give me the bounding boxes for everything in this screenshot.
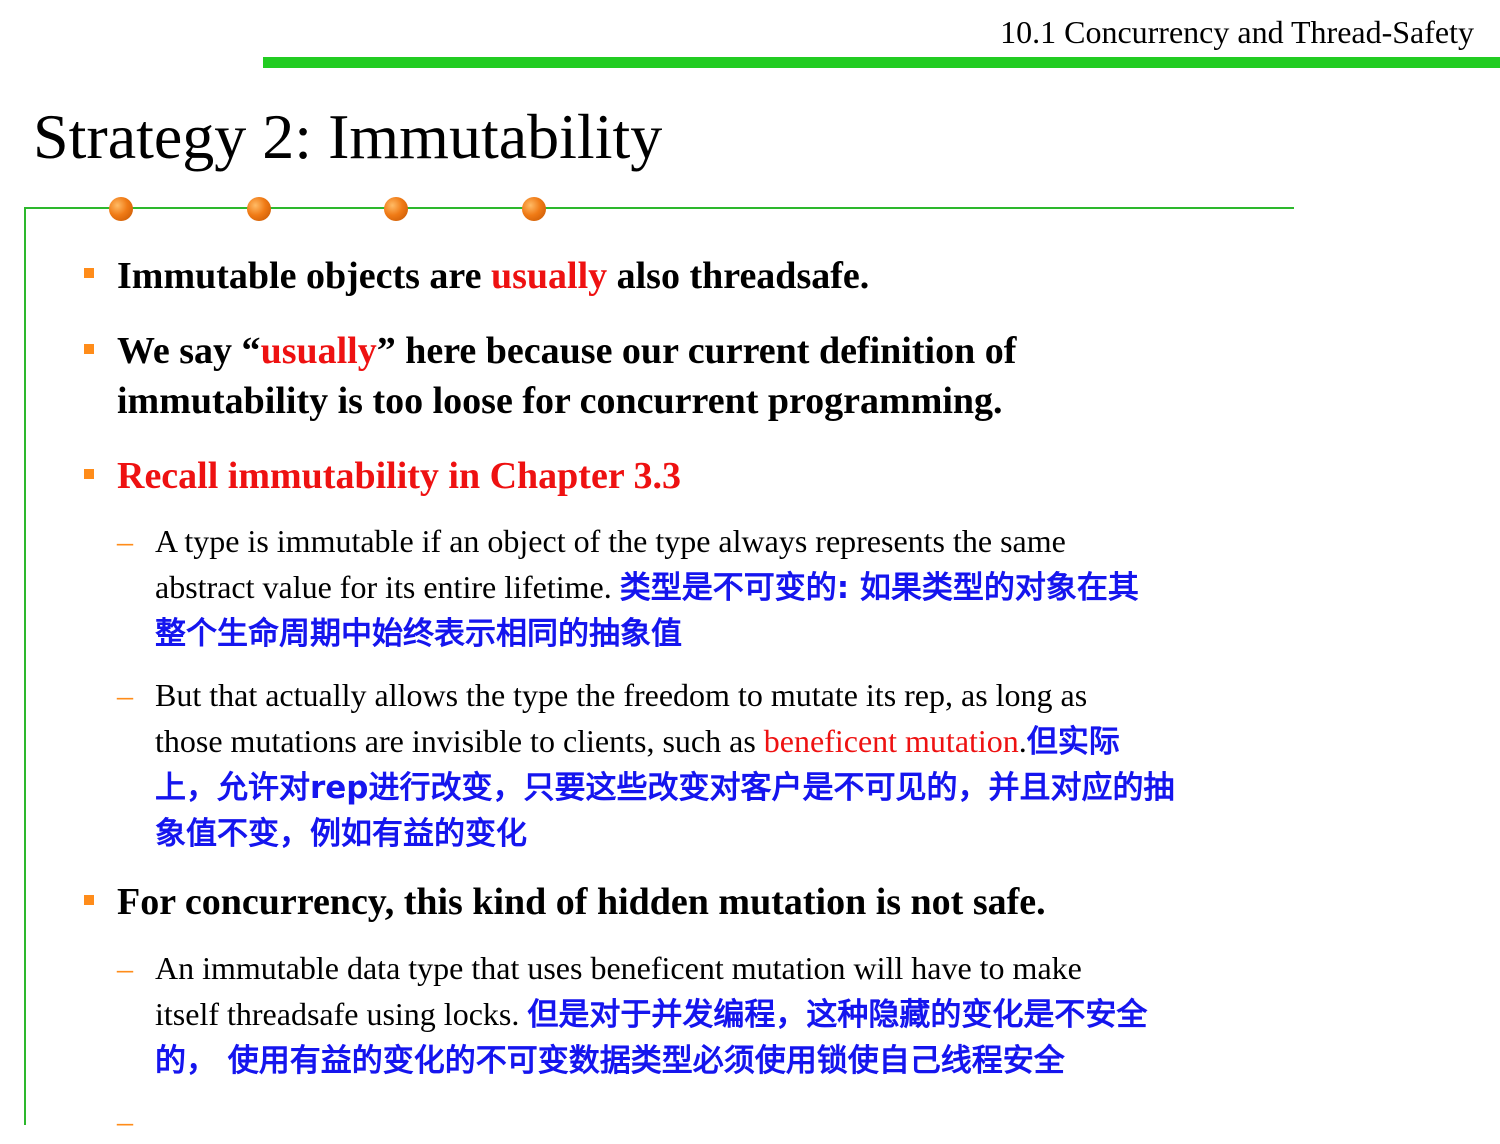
highlight-beneficent-mutation: beneficent mutation — [763, 723, 1019, 759]
chinese-annotation: 但实际 — [1026, 724, 1120, 760]
frame-top-line — [24, 207, 1294, 209]
sub-immutable-definition: A type is immutable if an object of the … — [155, 523, 1066, 559]
chinese-annotation: 类型是不可变的: 如果类型的对象在其 — [619, 570, 1139, 606]
dash-bullet-icon: – — [117, 523, 133, 559]
sub-locks-required: An immutable data type that uses benefic… — [155, 950, 1082, 986]
section-header: 10.1 Concurrency and Thread-Safety — [1000, 14, 1474, 50]
square-bullet-icon — [84, 895, 94, 905]
sub-beneficent-mutation-line4: 象值不变，例如有益的变化 — [155, 810, 1405, 857]
square-bullet-icon — [84, 469, 94, 479]
orange-dot-icon — [522, 197, 546, 221]
sub-beneficent-mutation-line3: 上，允许对rep进行改变，只要这些改变对客户是不可见的，并且对应的抽 — [155, 764, 1405, 811]
sub-locks-required-line3: 的， 使用有益的变化的不可变数据类型必须使用锁使自己线程安全 — [155, 1037, 1405, 1084]
bullet-recall-chapter: Recall immutability in Chapter 3.3 — [117, 455, 682, 497]
bullet-usually-explanation-line2: immutability is too loose for concurrent… — [117, 380, 1003, 422]
bullet-hidden-mutation-unsafe: For concurrency, this kind of hidden mut… — [117, 881, 1046, 923]
text-segment: also threadsafe. — [607, 255, 870, 297]
highlight-usually: usually — [490, 255, 608, 297]
chinese-annotation: 象值不变，例如有益的变化 — [155, 816, 527, 852]
orange-dot-icon — [247, 197, 271, 221]
sub-immutable-definition-line3: 整个生命周期中始终表示相同的抽象值 — [155, 610, 1405, 657]
chinese-annotation: 整个生命周期中始终表示相同的抽象值 — [155, 616, 682, 652]
text-segment: Immutable objects are — [117, 255, 491, 297]
square-bullet-icon — [84, 344, 94, 354]
orange-dot-icon — [384, 197, 408, 221]
frame-left-line — [24, 207, 26, 1125]
dash-bullet-icon: – — [117, 950, 133, 986]
text-segment: ” here because our current definition of — [376, 330, 1017, 372]
dash-bullet-icon: – — [117, 677, 133, 713]
chinese-annotation: 上，允许对rep进行改变，只要这些改变对客户是不可见的，并且对应的抽 — [155, 770, 1175, 806]
dash-bullet-icon: – — [117, 1103, 133, 1139]
text-segment: itself threadsafe using locks. — [155, 996, 528, 1032]
chinese-annotation: 但是对于并发编程，这种隐藏的变化是不安全 — [527, 997, 1148, 1033]
square-bullet-icon — [84, 268, 94, 278]
header-accent-bar — [263, 57, 1500, 68]
bullet-usually-explanation: We say “usually” here because our curren… — [117, 326, 1016, 376]
slide-title: Strategy 2: Immutability — [33, 101, 663, 172]
orange-dot-icon — [109, 197, 133, 221]
text-segment: We say “ — [117, 330, 261, 372]
highlight-usually: usually — [260, 330, 377, 372]
sub-beneficent-mutation-line2: those mutations are invisible to clients… — [155, 718, 1405, 765]
chinese-annotation: 的， 使用有益的变化的不可变数据类型必须使用锁使自己线程安全 — [155, 1043, 1065, 1079]
text-segment: abstract value for its entire lifetime. — [155, 569, 620, 605]
sub-immutable-definition-line2: abstract value for its entire lifetime. … — [155, 564, 1405, 611]
text-segment: those mutations are invisible to clients… — [155, 723, 764, 759]
text-segment: . — [1018, 723, 1027, 759]
sub-beneficent-mutation: But that actually allows the type the fr… — [155, 677, 1088, 713]
bullet-immutable-threadsafe: Immutable objects are usually also threa… — [117, 251, 869, 301]
sub-locks-required-line2: itself threadsafe using locks. 但是对于并发编程，… — [155, 991, 1405, 1038]
